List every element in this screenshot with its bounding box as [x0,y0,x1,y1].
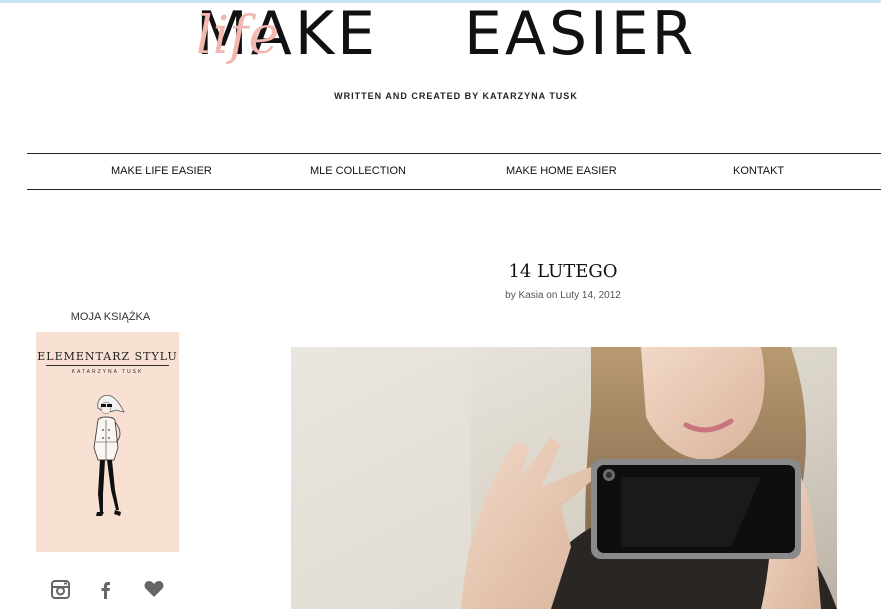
sidebar-book-heading: MOJA KSIĄŻKA [70,311,151,323]
book-title: ELEMENTARZ STYLU [37,350,178,363]
logo-life-text: life [196,6,280,66]
site-tagline: WRITTEN AND CREATED BY KATARZYNA TUSK [334,91,578,101]
book-title-divider [46,365,169,366]
nav-item-mle-collection[interactable]: MLE COLLECTION [310,154,406,189]
fashion-illustration [93,394,125,516]
book-author: KATARZYNA TUSK [71,369,144,375]
post-title[interactable]: 14 LUTEGO [465,261,661,282]
book-cover[interactable]: ELEMENTARZ STYLU KATARZYNA TUSK [36,332,179,552]
heart-icon[interactable] [144,580,164,598]
mirror-selfie-image [291,347,837,609]
post-meta: by Kasia on Luty 14, 2012 [505,290,621,301]
site-logo[interactable]: MAKE EASIER life WRITTEN AND CREATED BY … [0,0,881,110]
logo-easier-text: EASIER [464,0,697,69]
facebook-icon[interactable] [100,580,112,600]
instagram-icon[interactable] [51,580,70,599]
post-photo[interactable] [291,347,837,609]
nav-item-kontakt[interactable]: KONTAKT [733,154,784,189]
nav-item-make-home-easier[interactable]: MAKE HOME EASIER [506,154,617,189]
main-nav: MAKE LIFE EASIER MLE COLLECTION MAKE HOM… [27,153,881,190]
nav-item-make-life-easier[interactable]: MAKE LIFE EASIER [111,154,212,189]
